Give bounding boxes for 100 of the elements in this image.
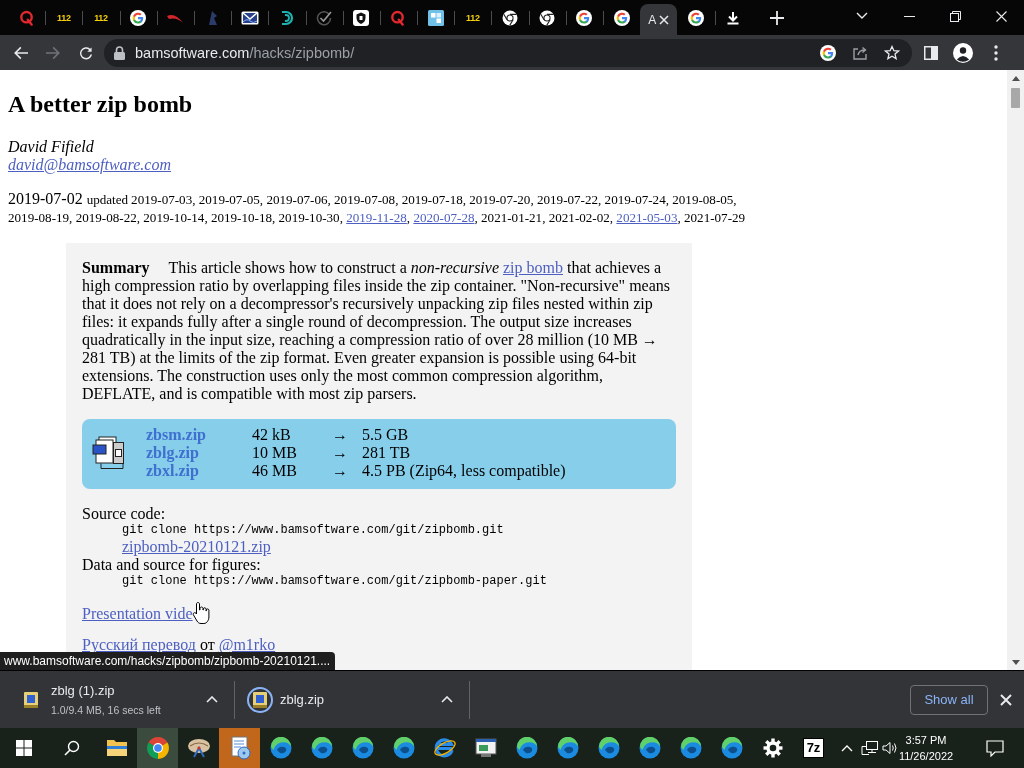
file-progress-icon[interactable] [247, 686, 273, 713]
caret-up-icon[interactable] [206, 696, 218, 703]
minimize-icon[interactable] [903, 15, 915, 17]
g-logo-icon [130, 9, 147, 26]
settings-icon [762, 738, 783, 758]
ring-logo-icon [502, 9, 519, 26]
profile-icon[interactable] [953, 42, 973, 63]
windows-logo-icon[interactable] [16, 740, 32, 756]
expanded-size: 4.5 PB (Zip64, less compatible) [362, 462, 566, 480]
back-icon[interactable] [13, 44, 29, 61]
lock-icon[interactable] [114, 45, 125, 60]
browser-tab[interactable]: 112 [82, 0, 120, 35]
shell-icon [186, 738, 211, 758]
translation-link[interactable]: @m1rko [218, 636, 276, 653]
g-logo-icon[interactable] [820, 44, 836, 61]
archive-icon [92, 436, 126, 470]
caret-up-icon[interactable] [441, 696, 453, 703]
download-status: 1.0/9.4 MB, 16 secs left [51, 702, 161, 717]
download-filename: zblg (1).zip [51, 682, 115, 699]
g-logo-icon [687, 9, 704, 26]
summary-paragraph: Summary This article shows how to construct a non-recursive zip bomb that achieves a high compression ratio by overlapping files inside the zip container. "Non-recursive" means that it does not rely on a decompressor's recursively unpacking zip files nested within zip files: it expands fully after a single round of decompression. The output size increases quadratically in the input size, reaching a compression ratio of over 28 million (10 MB → 281 TB) at the limits of the zip format. Even greater expansion is possible using 64-bit extensions. The construction uses only the most common compression algorithm, DEFLATE, and is compatible with most zip parsers. [82, 259, 671, 403]
code-line: git clone https://www.bamsoftware.com/git/zipbomb-paper.git [122, 574, 547, 589]
email-link[interactable]: david@bamsoftware.com [8, 156, 171, 174]
scroll-up-icon[interactable] [1011, 76, 1020, 81]
taskbar-clock[interactable]: 3:57 PM 11/26/2022 [898, 732, 954, 764]
g-logo-icon [576, 9, 593, 26]
file-size: 46 MB [252, 462, 297, 480]
browser-tab[interactable]: A [640, 4, 678, 35]
shield-icon [353, 9, 370, 26]
close-shelf-icon[interactable] [1000, 693, 1012, 706]
swirl-icon [310, 737, 333, 759]
scrollbar-thumb[interactable] [1011, 88, 1020, 108]
chevron-down-icon[interactable] [856, 12, 868, 20]
scroll-down-icon[interactable] [1011, 660, 1020, 665]
reload-icon[interactable] [78, 44, 94, 61]
envelope-icon [240, 10, 259, 25]
swirl-icon [556, 737, 579, 759]
date-link[interactable]: 2020-07-28 [413, 210, 475, 225]
folder-icon [105, 739, 128, 757]
network-icon[interactable] [861, 740, 879, 756]
taskbar-button[interactable]: 7z [793, 728, 834, 768]
small-logo-icon [206, 9, 219, 26]
scrollbar-track[interactable] [1007, 70, 1024, 670]
code-line: git clone https://www.bamsoftware.com/git/zipbomb.git [122, 523, 504, 538]
ring-logo-icon [539, 9, 556, 26]
section-label: Source code: [82, 505, 166, 523]
star-icon[interactable] [884, 44, 900, 61]
q-logo-icon [390, 9, 407, 26]
expanded-size: 5.5 GB [362, 426, 409, 444]
section-label: Data and source for figures: [82, 556, 261, 574]
share-icon[interactable] [852, 44, 868, 61]
file-download-link[interactable]: zipbomb-20210121.zip [122, 538, 271, 556]
translation-line: Русский перевод от @m1rko [82, 637, 276, 653]
file-size: 10 MB [252, 444, 297, 462]
volume-icon[interactable] [882, 741, 898, 755]
show-all-button[interactable]: Show all [910, 684, 988, 715]
swirl-icon [351, 737, 374, 759]
arrow-symbol: → [332, 444, 348, 462]
article-title: A better zip bomb [8, 90, 193, 118]
restore-icon[interactable] [949, 10, 961, 22]
link-status-tooltip: www.bamsoftware.com/hacks/zipbomb/zipbomb-20210121.... [0, 652, 336, 670]
browser-tab[interactable]: 112 [45, 0, 83, 35]
chevron-up-icon[interactable] [841, 744, 853, 752]
menu-icon[interactable] [994, 44, 998, 61]
video-link[interactable]: Presentation vide [82, 605, 193, 623]
swirl-icon [638, 737, 661, 759]
address-bar[interactable]: bamsoftware.com/hacks/zipbomb/ [104, 38, 912, 67]
download-icon [726, 10, 741, 25]
download-filename: zblg.zip [280, 691, 325, 708]
tile-icon [427, 9, 444, 26]
arrow-symbol: → [332, 426, 348, 444]
app-window-icon [474, 738, 497, 758]
search-icon[interactable] [64, 740, 80, 756]
file-size: 42 kB [252, 426, 291, 444]
side-panel-icon[interactable] [924, 45, 938, 60]
document-disc-icon [228, 736, 251, 760]
q-logo-icon [18, 9, 35, 26]
hand-cursor-icon [192, 601, 210, 625]
translation-link[interactable]: Русский перевод [82, 636, 196, 653]
close-tab-icon[interactable] [659, 14, 670, 25]
swirl-icon [515, 737, 538, 759]
swirl-icon [679, 737, 702, 759]
author-name: David Fifield [8, 138, 94, 156]
new-tab-icon[interactable] [769, 10, 784, 25]
close-icon[interactable] [995, 10, 1007, 22]
e-logo-icon [432, 737, 457, 759]
arrow-symbol: → [332, 462, 348, 480]
swirl-icon [269, 737, 292, 759]
update-dates: 2019-07-02 updated 2019-07-03, 2019-07-05, 2019-07-06, 2019-07-08, 2019-07-18, 2019-07-20, 2019-07-22, 2019-07-24, 2019-08-05, 2019-08-19, 2019-08-22, 2019-10-14, 2019-10-18, 2019-10-30, 2019-11-28, 2020-07-28, 2021-01-21, 2021-02-02, 2021-05-03, 2021-07-29 [8, 190, 747, 227]
date-link[interactable]: 2019-11-28 [346, 210, 407, 225]
swirl-icon [720, 737, 743, 759]
segmented-circle-icon [146, 737, 169, 759]
g-logo-icon [613, 9, 630, 26]
check-icon [316, 9, 333, 26]
browser-tab[interactable]: 112 [454, 0, 492, 35]
inline-link[interactable]: zip bomb [503, 259, 563, 276]
swirl-icon [392, 737, 415, 759]
swirl-icon [597, 737, 620, 759]
expanded-size: 281 TB [362, 444, 411, 462]
notification-icon[interactable] [986, 739, 1004, 757]
